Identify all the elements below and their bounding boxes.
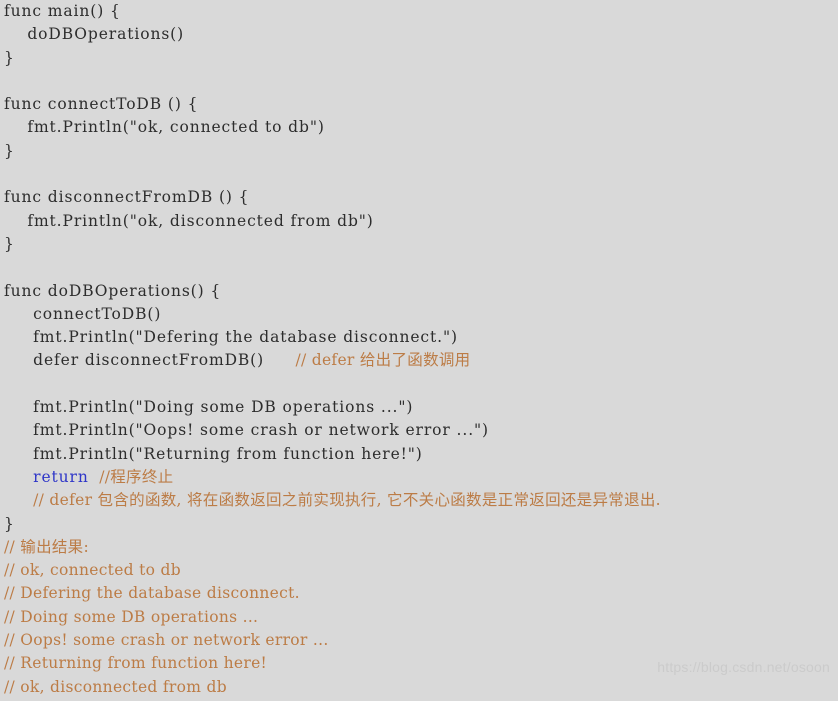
code-line: connectToDB(): [0, 303, 838, 326]
code-text: func connectToDB () {: [4, 95, 199, 114]
closing-brace: }: [4, 514, 15, 533]
code-line-defer-note: // defer 包含的函数, 将在函数返回之前实现执行, 它不关心函数是正常返…: [0, 489, 838, 512]
code-text: }: [4, 48, 15, 67]
output-comment-line: // Oops! some crash or network error ...: [4, 631, 329, 650]
code-line-return: return //程序终止: [0, 466, 838, 489]
code-lines-container: func main() { doDBOperations()} func con…: [0, 0, 838, 466]
code-text: }: [4, 141, 15, 160]
inline-comment: // defer 给出了函数调用: [264, 351, 471, 370]
output-comment-line: // ok, disconnected from db: [4, 677, 227, 696]
keyword-return: return: [33, 467, 89, 486]
code-line-close-brace: }: [0, 513, 838, 536]
code-text: connectToDB(): [33, 304, 162, 323]
code-text: func main() {: [4, 2, 121, 20]
code-text: fmt.Println("ok, connected to db"): [27, 118, 325, 137]
code-line: fmt.Println("Doing some DB operations ..…: [0, 396, 838, 419]
code-line: }: [0, 233, 838, 256]
code-text: }: [4, 234, 15, 253]
code-text: fmt.Println("ok, disconnected from db"): [27, 211, 374, 230]
code-line: func doDBOperations() {: [0, 280, 838, 303]
code-line: fmt.Println("ok, disconnected from db"): [0, 210, 838, 233]
output-comment-line: // Doing some DB operations ...: [4, 607, 259, 626]
code-line: defer disconnectFromDB() // defer 给出了函数调…: [0, 349, 838, 372]
comment-defer-explanation: // defer 包含的函数, 将在函数返回之前实现执行, 它不关心函数是正常返…: [33, 491, 661, 510]
code-line: fmt.Println("ok, connected to db"): [0, 116, 838, 139]
code-line: func connectToDB () {: [0, 93, 838, 116]
code-line: fmt.Println("Defering the database disco…: [0, 326, 838, 349]
code-text: doDBOperations(): [27, 25, 185, 44]
code-text: fmt.Println("Defering the database disco…: [33, 328, 458, 347]
code-text: fmt.Println("Oops! some crash or network…: [33, 421, 490, 440]
code-snippet-block: func main() { doDBOperations()} func con…: [0, 0, 838, 701]
code-text: fmt.Println("Returning from function her…: [33, 444, 423, 463]
code-line: func main() {: [0, 0, 838, 23]
watermark-url: https://blog.csdn.net/osoon: [657, 659, 830, 675]
inline-comment-return: //程序终止: [88, 467, 174, 486]
output-comment-line: // ok, connected to db: [4, 561, 181, 580]
code-text: func doDBOperations() {: [4, 281, 222, 300]
code-text: fmt.Println("Doing some DB operations ..…: [33, 398, 414, 417]
code-text: defer disconnectFromDB(): [33, 351, 265, 370]
code-line: }: [0, 140, 838, 163]
code-line: func disconnectFromDB () {: [0, 186, 838, 209]
code-text: func disconnectFromDB () {: [4, 188, 250, 207]
output-comment-line: // Defering the database disconnect.: [4, 584, 300, 603]
code-line: fmt.Println("Oops! some crash or network…: [0, 419, 838, 442]
code-line: doDBOperations(): [0, 23, 838, 46]
output-comment-line: // 输出结果:: [4, 537, 89, 556]
code-line: fmt.Println("Returning from function her…: [0, 443, 838, 466]
code-line: }: [0, 47, 838, 70]
